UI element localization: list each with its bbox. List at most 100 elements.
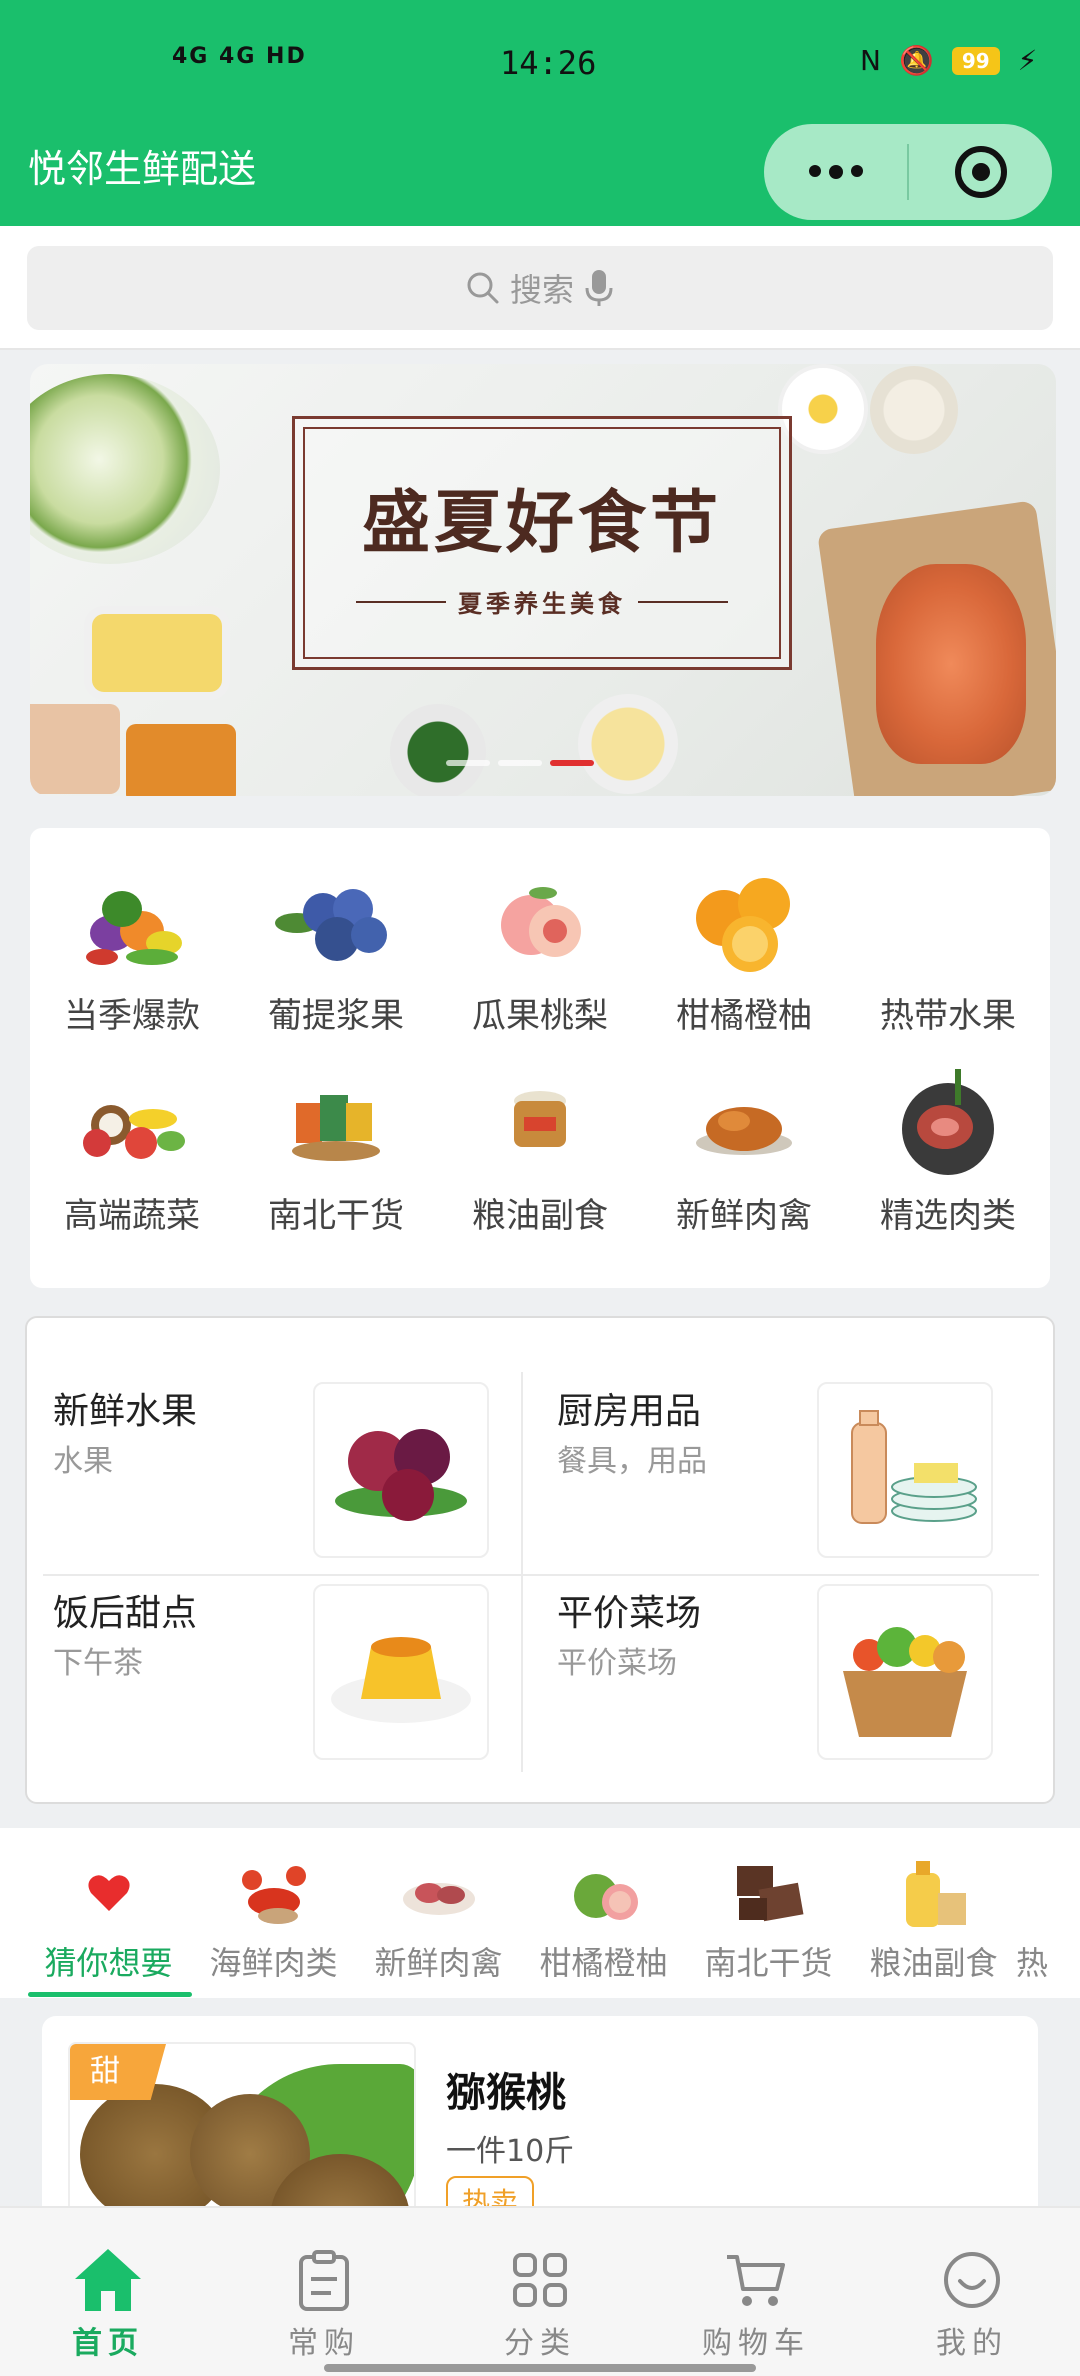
pudding-icon [313,1584,489,1760]
product-name: 猕猴桃 [446,2070,566,2116]
mute-icon: 🔕 [898,44,934,77]
carousel-dot-active [550,760,594,766]
search-placeholder: 搜索 [509,271,574,309]
tab-meat[interactable]: 新鲜肉禽 [356,1828,521,1998]
more-menu-button[interactable] [764,165,907,179]
soup-image [126,724,236,796]
tropical-fruit-icon [883,868,1013,978]
status-bar: 4G 4G HD 14:26 N 🔕 99 ⚡ [0,0,1080,130]
category-item[interactable]: 葡提浆果 [234,868,438,1068]
category-item[interactable]: 精选肉类 [846,1068,1050,1268]
category-tabs: 猜你想要 海鲜肉类 新鲜肉禽 柑橘橙柚 南北干货 粮油副食 热 [0,1828,1080,1998]
fruit-basket-icon [67,1068,197,1178]
nav-category[interactable]: 分类 [432,2208,648,2376]
battery-indicator: 99 [951,46,1000,75]
network-indicator: 4G 4G HD [172,44,307,69]
category-label: 葡提浆果 [268,996,404,1036]
veg-basket-icon [817,1584,993,1760]
promo-subtitle: 水果 [53,1444,113,1479]
flavor-tag: 甜 [70,2044,166,2100]
promo-grid: 新鲜水果 水果 厨房用品 餐具，用品 饭后甜点 下午茶 平价菜场 平价菜场 [25,1316,1055,1804]
promo-subtitle: 餐具，用品 [557,1444,707,1479]
tab-recommended[interactable]: 猜你想要 [26,1828,191,1998]
greens-bowl-image [390,704,486,796]
search-input[interactable]: 搜索 [27,246,1053,330]
nav-label: 分类 [504,2326,576,2361]
category-label: 精选肉类 [880,1196,1016,1236]
dry-goods-icon [271,1068,401,1178]
promo-card[interactable]: 厨房用品 餐具，用品 [531,1318,1025,1558]
category-label: 新鲜肉禽 [676,1196,812,1236]
nav-label: 常购 [288,2326,360,2361]
target-icon [954,146,1007,198]
category-item[interactable]: 柑橘橙柚 [642,868,846,1068]
nav-label: 首页 [72,2326,144,2361]
chocolate-icon [727,1848,811,1938]
tab-seafood[interactable]: 海鲜肉类 [191,1828,356,1998]
nav-profile[interactable]: 我的 [864,2208,1080,2376]
category-item[interactable]: 南北干货 [234,1068,438,1268]
bottom-nav: 首页 常购 分类 购物车 我的 [0,2206,1080,2376]
grid-icon [512,2246,568,2314]
blueberry-icon [271,868,401,978]
tab-dry-goods[interactable]: 南北干货 [686,1828,851,1998]
oil-icon [892,1848,976,1938]
category-item[interactable]: 瓜果桃梨 [438,868,642,1068]
miniprogram-capsule [764,124,1052,220]
butter-image [92,614,222,692]
active-tab-indicator [28,1992,192,1997]
gesture-bar[interactable] [324,2364,756,2372]
tab-grain-oil[interactable]: 粮油副食 [851,1828,1016,1998]
nav-cart[interactable]: 购物车 [648,2208,864,2376]
clock: 14:26 [500,44,597,82]
custard-bowl-image [578,694,678,794]
nav-frequent[interactable]: 常购 [216,2208,432,2376]
banner-subtitle: 夏季养生美食 [356,584,728,619]
category-item[interactable]: 新鲜肉禽 [642,1068,846,1268]
home-icon [73,2246,143,2314]
category-label: 热带水果 [880,996,1016,1036]
cart-icon [725,2246,787,2314]
promo-card[interactable]: 新鲜水果 水果 [27,1318,521,1558]
tab-label: 猜你想要 [44,1944,173,1982]
page-title: 悦邻生鲜配送 [28,147,257,191]
banner-title: 盛夏好食节 [361,483,722,563]
close-miniprogram-button[interactable] [909,146,1052,198]
tab-label: 南北干货 [704,1944,833,1982]
promo-subtitle: 下午茶 [53,1646,143,1681]
vegetables-icon [67,868,197,978]
promo-title: 厨房用品 [557,1391,702,1432]
nav-home[interactable]: 首页 [0,2208,216,2376]
sauce-image [30,704,120,794]
rice-bag-icon [475,1068,605,1178]
promo-banner[interactable]: 盛夏好食节 夏季养生美食 [30,364,1056,796]
peach-icon [475,868,605,978]
category-item[interactable]: 粮油副食 [438,1068,642,1268]
category-label: 高端蔬菜 [64,1196,200,1236]
orange-icon [679,868,809,978]
salmon-image [876,564,1026,764]
search-icon [467,272,499,304]
promo-card[interactable]: 饭后甜点 下午茶 [27,1520,521,1760]
citrus-icon [564,1848,644,1938]
microphone-icon[interactable] [584,268,614,308]
charging-icon: ⚡ [1017,44,1038,77]
nav-label: 购物车 [702,2326,810,2361]
category-grid: 当季爆款 葡提浆果 瓜果桃梨 柑橘橙柚 热带水果 高端蔬菜 南北干货 粮油副食 … [30,828,1050,1288]
promo-subtitle: 平价菜场 [557,1646,677,1681]
promo-card[interactable]: 平价菜场 平价菜场 [531,1520,1025,1760]
category-item[interactable]: 当季爆款 [30,868,234,1068]
category-item[interactable]: 高端蔬菜 [30,1068,234,1268]
tab-citrus[interactable]: 柑橘橙柚 [521,1828,686,1998]
nav-label: 我的 [936,2326,1008,2361]
category-item[interactable]: 热带水果 [846,868,1050,1068]
yogurt-bowl-image [870,366,958,454]
tab-overflow[interactable]: 热 [1016,1828,1080,1998]
nfc-icon: N [860,44,881,77]
meat-icon [399,1848,479,1938]
promo-title: 新鲜水果 [53,1391,198,1432]
app-header: 4G 4G HD 14:26 N 🔕 99 ⚡ 悦邻生鲜配送 [0,0,1080,226]
tab-label: 粮油副食 [869,1944,998,1982]
category-label: 南北干货 [268,1196,404,1236]
tab-label: 新鲜肉禽 [374,1944,503,1982]
